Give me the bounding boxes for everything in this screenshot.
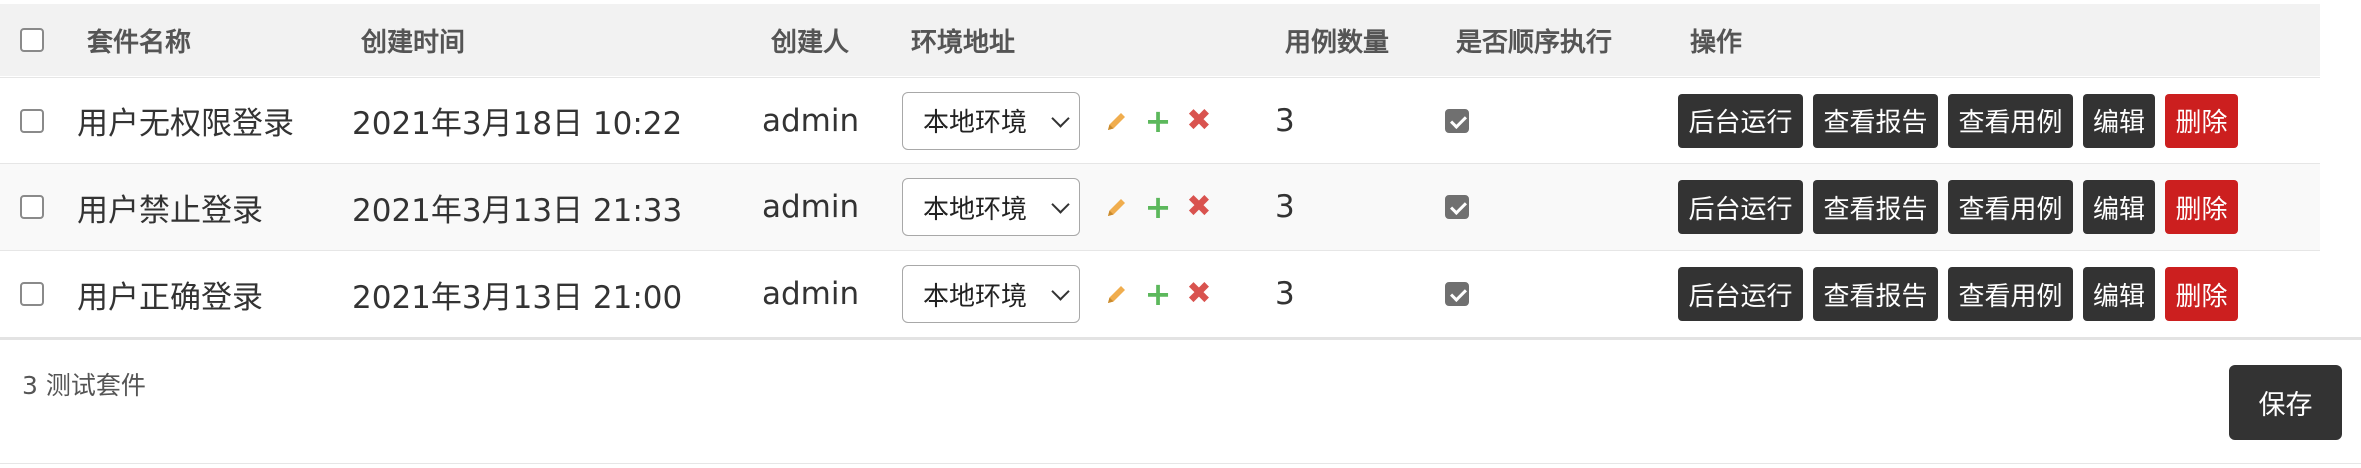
column-header-env: 环境地址 <box>911 27 1016 58</box>
chevron-down-icon <box>1051 282 1070 301</box>
creator: admin <box>762 189 860 225</box>
sequential-checkbox[interactable] <box>1445 282 1469 306</box>
plus-icon[interactable]: + <box>1145 191 1172 223</box>
table-bottom-border <box>0 337 2361 340</box>
view-cases-button[interactable]: 查看用例 <box>1948 267 2073 321</box>
creator: admin <box>762 102 860 139</box>
view-cases-button[interactable]: 查看用例 <box>1948 93 2073 148</box>
column-header-name: 套件名称 <box>87 27 192 58</box>
column-header-creator: 创建人 <box>771 27 850 58</box>
env-select-value: 本地环境 <box>923 194 1028 225</box>
pencil-icon[interactable] <box>1104 194 1130 220</box>
view-report-button[interactable]: 查看报告 <box>1813 267 1938 321</box>
case-count: 3 <box>1275 189 1295 225</box>
view-report-button[interactable]: 查看报告 <box>1813 180 1938 234</box>
table-row: 用户无权限登录 2021年3月18日 10:22 admin 本地环境 + ✖ … <box>0 77 2320 163</box>
row-checkbox[interactable] <box>20 282 44 306</box>
plus-icon[interactable]: + <box>1145 105 1172 137</box>
view-report-button[interactable]: 查看报告 <box>1813 93 1938 148</box>
table-row: 用户正确登录 2021年3月13日 21:00 admin 本地环境 + ✖ 3… <box>0 250 2320 337</box>
edit-button[interactable]: 编辑 <box>2083 267 2155 321</box>
select-all-checkbox[interactable] <box>20 28 44 52</box>
suite-name[interactable]: 用户无权限登录 <box>77 78 294 163</box>
pencil-icon[interactable] <box>1104 281 1130 307</box>
delete-button[interactable]: 删除 <box>2165 180 2238 234</box>
suite-count: 3 测试套件 <box>22 371 146 400</box>
sequential-checkbox[interactable] <box>1445 108 1469 133</box>
suite-name[interactable]: 用户正确登录 <box>77 251 263 337</box>
pencil-icon[interactable] <box>1104 108 1130 134</box>
column-header-case-count: 用例数量 <box>1285 27 1390 58</box>
column-header-actions: 操作 <box>1690 27 1743 58</box>
env-select[interactable]: 本地环境 <box>902 178 1080 236</box>
table-row: 用户禁止登录 2021年3月13日 21:33 admin 本地环境 + ✖ 3… <box>0 163 2320 250</box>
created-time: 2021年3月13日 21:33 <box>352 192 683 229</box>
chevron-down-icon <box>1051 195 1070 214</box>
env-select[interactable]: 本地环境 <box>902 265 1080 323</box>
case-count: 3 <box>1275 276 1295 312</box>
created-time: 2021年3月18日 10:22 <box>352 106 683 142</box>
creator: admin <box>762 276 860 312</box>
view-cases-button[interactable]: 查看用例 <box>1948 180 2073 234</box>
env-select[interactable]: 本地环境 <box>902 91 1080 150</box>
chevron-down-icon <box>1051 108 1070 128</box>
run-background-button[interactable]: 后台运行 <box>1678 267 1803 321</box>
times-icon[interactable]: ✖ <box>1186 279 1212 309</box>
column-header-sequential: 是否顺序执行 <box>1456 27 1613 58</box>
footer-divider <box>0 463 2361 464</box>
column-header-created: 创建时间 <box>361 27 466 58</box>
row-checkbox[interactable] <box>20 195 44 219</box>
run-background-button[interactable]: 后台运行 <box>1678 180 1803 234</box>
suite-name[interactable]: 用户禁止登录 <box>77 164 263 250</box>
run-background-button[interactable]: 后台运行 <box>1678 93 1803 148</box>
plus-icon[interactable]: + <box>1145 278 1172 310</box>
created-time: 2021年3月13日 21:00 <box>352 279 683 316</box>
times-icon[interactable]: ✖ <box>1186 192 1212 222</box>
edit-button[interactable]: 编辑 <box>2083 93 2155 148</box>
env-select-value: 本地环境 <box>923 108 1028 138</box>
times-icon[interactable]: ✖ <box>1186 105 1212 135</box>
env-select-value: 本地环境 <box>923 281 1028 312</box>
save-button[interactable]: 保存 <box>2229 365 2342 440</box>
delete-button[interactable]: 删除 <box>2165 93 2238 148</box>
case-count: 3 <box>1275 102 1295 139</box>
delete-button[interactable]: 删除 <box>2165 267 2238 321</box>
edit-button[interactable]: 编辑 <box>2083 180 2155 234</box>
table-header: 套件名称 创建时间 创建人 环境地址 用例数量 是否顺序执行 操作 <box>0 4 2320 76</box>
sequential-checkbox[interactable] <box>1445 195 1469 219</box>
row-checkbox[interactable] <box>20 108 44 133</box>
